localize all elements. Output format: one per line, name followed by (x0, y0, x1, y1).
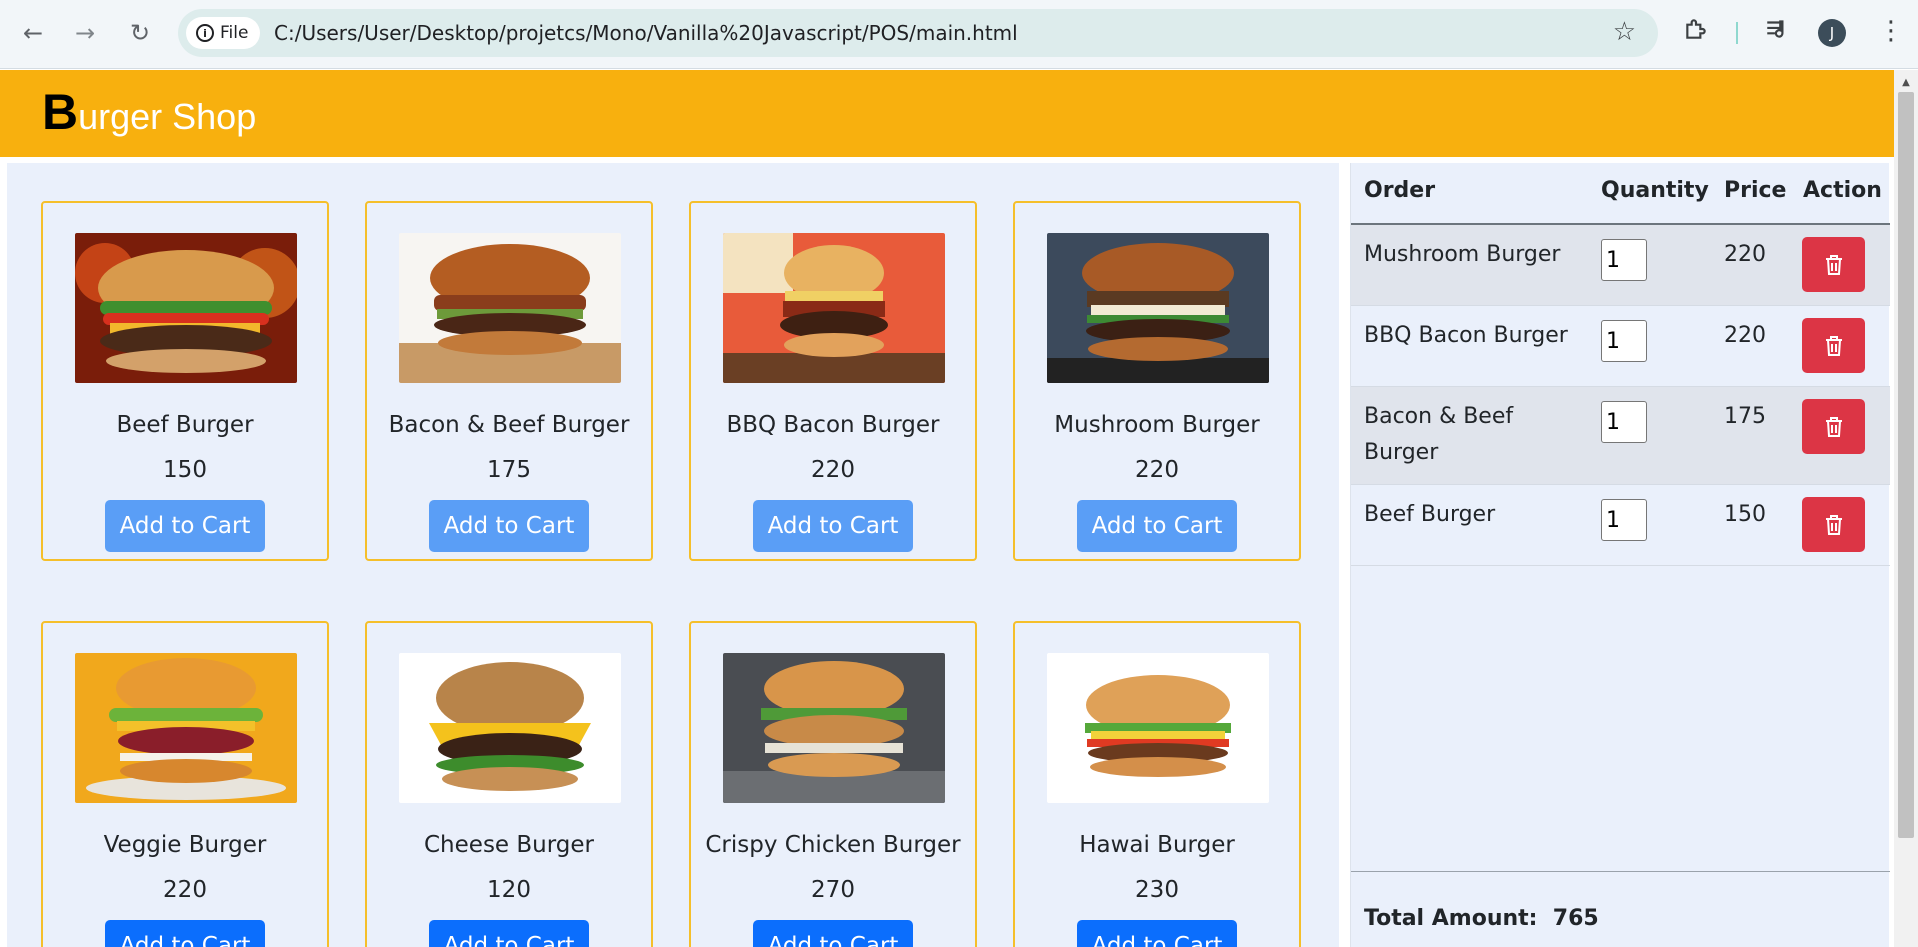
add-to-cart-button[interactable]: Add to Cart (1077, 500, 1237, 552)
total-divider (1351, 871, 1890, 872)
order-item-price: 150 (1724, 502, 1766, 527)
product-name: Mushroom Burger (1054, 412, 1260, 438)
quantity-input[interactable]: 1 (1601, 320, 1647, 362)
avatar[interactable]: J (1818, 19, 1846, 47)
total-value: 765 (1552, 906, 1599, 931)
browser-toolbar: ← → ↻ i File C:/Users/User/Desktop/proje… (0, 0, 1918, 69)
trash-icon (1825, 335, 1842, 356)
add-to-cart-button[interactable]: Add to Cart (429, 500, 589, 552)
product-name: BBQ Bacon Burger (726, 412, 940, 438)
order-item-name: Bacon & Beef Burger (1364, 404, 1514, 465)
trash-icon (1825, 416, 1842, 437)
toolbar-separator (1736, 22, 1738, 44)
product-grid: Beef Burger 150 Add to Cart Bacon & Beef… (7, 163, 1339, 947)
add-to-cart-button[interactable]: Add to Cart (753, 920, 913, 947)
action-header: Action (1803, 178, 1882, 203)
product-card: BBQ Bacon Burger 220 Add to Cart (689, 201, 977, 561)
product-name: Cheese Burger (424, 832, 594, 858)
product-name: Crispy Chicken Burger (705, 832, 961, 858)
order-item-price: 220 (1724, 323, 1766, 348)
product-price: 175 (487, 457, 531, 483)
star-icon[interactable]: ☆ (1613, 17, 1636, 47)
product-price: 220 (811, 457, 855, 483)
url-text[interactable]: C:/Users/User/Desktop/projetcs/Mono/Vani… (274, 9, 1018, 57)
scroll-up-icon[interactable]: ▲ (1894, 72, 1918, 92)
order-item-price: 220 (1724, 242, 1766, 267)
product-price: 150 (163, 457, 207, 483)
add-to-cart-button[interactable]: Add to Cart (1077, 920, 1237, 947)
brand-logo[interactable]: Burger Shop (42, 82, 256, 147)
site-header: Burger Shop (0, 70, 1894, 157)
bacon-beef-burger-image (399, 233, 621, 383)
order-item-name: Beef Burger (1364, 502, 1496, 527)
product-name: Bacon & Beef Burger (388, 412, 630, 438)
delete-button[interactable] (1802, 237, 1865, 292)
total-amount: Total Amount: 765 (1364, 906, 1599, 931)
trash-icon (1825, 514, 1842, 535)
back-icon[interactable]: ← (15, 15, 51, 51)
product-price: 230 (1135, 877, 1179, 903)
extensions-icon[interactable] (1683, 16, 1709, 48)
menu-icon[interactable]: ⋮ (1878, 16, 1904, 46)
site-info-chip[interactable]: i File (186, 17, 261, 49)
cheese-burger-image (399, 653, 621, 803)
delete-button[interactable] (1802, 497, 1865, 552)
order-item-name: Mushroom Burger (1364, 242, 1561, 267)
table-row: Beef Burger 1 150 (1351, 485, 1890, 566)
forward-icon[interactable]: → (67, 15, 103, 51)
quantity-input[interactable]: 1 (1601, 401, 1647, 443)
media-icon[interactable] (1764, 16, 1790, 48)
delete-button[interactable] (1802, 318, 1865, 373)
add-to-cart-button[interactable]: Add to Cart (753, 500, 913, 552)
total-label: Total Amount: (1364, 906, 1538, 931)
product-price: 120 (487, 877, 531, 903)
brand-text: urger Shop (78, 96, 257, 137)
product-card: Mushroom Burger 220 Add to Cart (1013, 201, 1301, 561)
order-item-price: 175 (1724, 404, 1766, 429)
product-card: Hawai Burger 230 Add to Cart (1013, 621, 1301, 947)
reload-icon[interactable]: ↻ (122, 15, 158, 51)
product-name: Beef Burger (116, 412, 254, 438)
table-row: Bacon & Beef Burger 1 175 (1351, 387, 1890, 485)
trash-icon (1825, 254, 1842, 275)
bbq-bacon-burger-image (723, 233, 945, 383)
info-icon: i (196, 24, 214, 42)
product-card: Cheese Burger 120 Add to Cart (365, 621, 653, 947)
product-price: 220 (1135, 457, 1179, 483)
site-chip-label: File (220, 23, 249, 43)
table-row: Mushroom Burger 1 220 (1351, 225, 1890, 306)
order-panel: Order Quantity Price Action Mushroom Bur… (1350, 163, 1890, 947)
product-price: 220 (163, 877, 207, 903)
table-row: BBQ Bacon Burger 1 220 (1351, 306, 1890, 387)
price-header: Price (1724, 178, 1787, 203)
quantity-header: Quantity (1601, 178, 1709, 203)
page-scrollbar[interactable]: ▲ (1894, 70, 1918, 947)
product-name: Hawai Burger (1079, 832, 1235, 858)
add-to-cart-button[interactable]: Add to Cart (105, 920, 265, 947)
hawai-burger-image (1047, 653, 1269, 803)
beef-burger-image (75, 233, 297, 383)
veggie-burger-image (75, 653, 297, 803)
product-card: Crispy Chicken Burger 270 Add to Cart (689, 621, 977, 947)
scrollbar-thumb[interactable] (1898, 92, 1914, 838)
product-card: Bacon & Beef Burger 175 Add to Cart (365, 201, 653, 561)
crispy-chicken-burger-image (723, 653, 945, 803)
product-card: Veggie Burger 220 Add to Cart (41, 621, 329, 947)
mushroom-burger-image (1047, 233, 1269, 383)
add-to-cart-button[interactable]: Add to Cart (105, 500, 265, 552)
address-bar[interactable]: i File C:/Users/User/Desktop/projetcs/Mo… (178, 9, 1658, 57)
order-item-name: BBQ Bacon Burger (1364, 323, 1568, 348)
delete-button[interactable] (1802, 399, 1865, 454)
product-card: Beef Burger 150 Add to Cart (41, 201, 329, 561)
product-name: Veggie Burger (103, 832, 267, 858)
product-price: 270 (811, 877, 855, 903)
order-header: Order (1364, 178, 1436, 203)
quantity-input[interactable]: 1 (1601, 239, 1647, 281)
brand-first-letter: B (42, 84, 79, 140)
quantity-input[interactable]: 1 (1601, 499, 1647, 541)
add-to-cart-button[interactable]: Add to Cart (429, 920, 589, 947)
